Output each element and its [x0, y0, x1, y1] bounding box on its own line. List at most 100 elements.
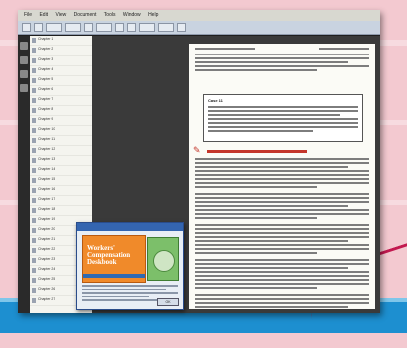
bookmarks-icon[interactable] [20, 56, 28, 64]
select-tool-button[interactable] [96, 23, 112, 32]
bookmark-icon [32, 278, 36, 283]
menu-item[interactable]: Window [123, 12, 141, 18]
bookmark-item[interactable]: Chapter 5 [30, 76, 92, 86]
bookmark-icon [32, 148, 36, 153]
bookmark-icon [32, 118, 36, 123]
bookmark-icon [32, 208, 36, 213]
bookmark-icon [32, 68, 36, 73]
body-text [195, 158, 369, 309]
bookmark-label: Chapter 4 [38, 67, 54, 71]
menu-item[interactable]: Document [74, 12, 97, 18]
bookmark-label: Chapter 27 [38, 297, 56, 301]
bookmark-item[interactable]: Chapter 12 [30, 146, 92, 156]
bookmark-icon [32, 218, 36, 223]
bookmark-icon [32, 258, 36, 263]
bookmark-icon [32, 298, 36, 303]
case-box: Case 11 [203, 94, 363, 142]
open-icon[interactable] [22, 23, 31, 32]
bookmark-label: Chapter 23 [38, 257, 56, 261]
cover-stripe [83, 274, 145, 278]
book-cover-image: Workers' Compensation Deskbook [82, 235, 146, 283]
zoom-button[interactable] [65, 23, 81, 32]
zoom-level-select[interactable] [139, 23, 155, 32]
toolbar [18, 21, 380, 35]
bookmark-label: Chapter 9 [38, 117, 54, 121]
print-icon[interactable] [34, 23, 43, 32]
bookmark-label: Chapter 12 [38, 147, 56, 151]
bookmark-icon [32, 228, 36, 233]
menu-item[interactable]: Tools [104, 12, 116, 18]
case-box-text [208, 106, 358, 134]
bookmark-item[interactable]: Chapter 9 [30, 116, 92, 126]
bookmark-item[interactable]: Chapter 6 [30, 86, 92, 96]
bookmark-label: Chapter 6 [38, 87, 54, 91]
popup-title-bar[interactable] [77, 223, 183, 231]
bookmark-icon [32, 128, 36, 133]
bookmark-item[interactable]: Chapter 1 [30, 36, 92, 46]
bookmark-label: Chapter 26 [38, 287, 56, 291]
bookmark-icon [32, 98, 36, 103]
bookmark-item[interactable]: Chapter 3 [30, 56, 92, 66]
pages-icon[interactable] [20, 42, 28, 50]
cd-disc-icon [153, 250, 175, 272]
bookmark-label: Chapter 2 [38, 47, 54, 51]
bookmark-item[interactable]: Chapter 16 [30, 186, 92, 196]
bookmark-icon [32, 238, 36, 243]
bookmark-icon [32, 188, 36, 193]
bookmark-item[interactable]: Chapter 2 [30, 46, 92, 56]
bookmark-label: Chapter 15 [38, 177, 56, 181]
cd-case-image [147, 237, 179, 281]
bookmark-icon [32, 48, 36, 53]
tools-button[interactable] [158, 23, 174, 32]
bookmark-label: Chapter 22 [38, 247, 56, 251]
bookmark-item[interactable]: Chapter 7 [30, 96, 92, 106]
bookmark-icon [32, 268, 36, 273]
search-button[interactable] [46, 23, 62, 32]
bookmark-item[interactable]: Chapter 14 [30, 166, 92, 176]
bookmark-item[interactable]: Chapter 11 [30, 136, 92, 146]
menu-item[interactable]: View [55, 12, 66, 18]
help-icon[interactable] [177, 23, 186, 32]
bookmark-label: Chapter 11 [38, 137, 56, 141]
bookmark-icon [32, 38, 36, 43]
bookmark-label: Chapter 24 [38, 267, 56, 271]
bookmark-label: Chapter 14 [38, 167, 56, 171]
bookmark-label: Chapter 10 [38, 127, 56, 131]
bookmark-icon [32, 158, 36, 163]
menu-item[interactable]: Help [148, 12, 158, 18]
header-rule [195, 54, 369, 55]
bookmark-item[interactable]: Chapter 10 [30, 126, 92, 136]
menu-item[interactable]: File [24, 12, 32, 18]
bookmark-icon [32, 58, 36, 63]
bookmark-icon [32, 108, 36, 113]
bookmark-icon [32, 248, 36, 253]
bookmark-item[interactable]: Chapter 18 [30, 206, 92, 216]
bookmark-item[interactable]: Chapter 15 [30, 176, 92, 186]
navigation-rail [18, 36, 30, 313]
bookmark-item[interactable]: Chapter 4 [30, 66, 92, 76]
next-page-icon[interactable] [127, 23, 136, 32]
bookmark-item[interactable]: Chapter 8 [30, 106, 92, 116]
bookmark-icon [32, 178, 36, 183]
bookmark-icon [32, 138, 36, 143]
bookmark-label: Chapter 16 [38, 187, 56, 191]
bookmark-icon [32, 88, 36, 93]
bookmark-label: Chapter 19 [38, 217, 56, 221]
hand-tool-icon[interactable] [84, 23, 93, 32]
bookmark-label: Chapter 5 [38, 77, 54, 81]
page-header [195, 48, 369, 52]
bookmark-label: Chapter 20 [38, 227, 56, 231]
bookmark-label: Chapter 17 [38, 197, 56, 201]
bookmark-icon [32, 288, 36, 293]
bookmark-label: Chapter 13 [38, 157, 56, 161]
previous-page-icon[interactable] [115, 23, 124, 32]
bookmark-item[interactable]: Chapter 17 [30, 196, 92, 206]
menu-item[interactable]: Edit [39, 12, 48, 18]
bookmark-item[interactable]: Chapter 13 [30, 156, 92, 166]
popup-ok-button[interactable]: OK [157, 298, 179, 306]
bookmark-icon [32, 168, 36, 173]
section-marker-icon: ✎ [193, 145, 201, 155]
attachments-icon[interactable] [20, 70, 28, 78]
comments-icon[interactable] [20, 84, 28, 92]
bookmark-label: Chapter 25 [38, 277, 56, 281]
